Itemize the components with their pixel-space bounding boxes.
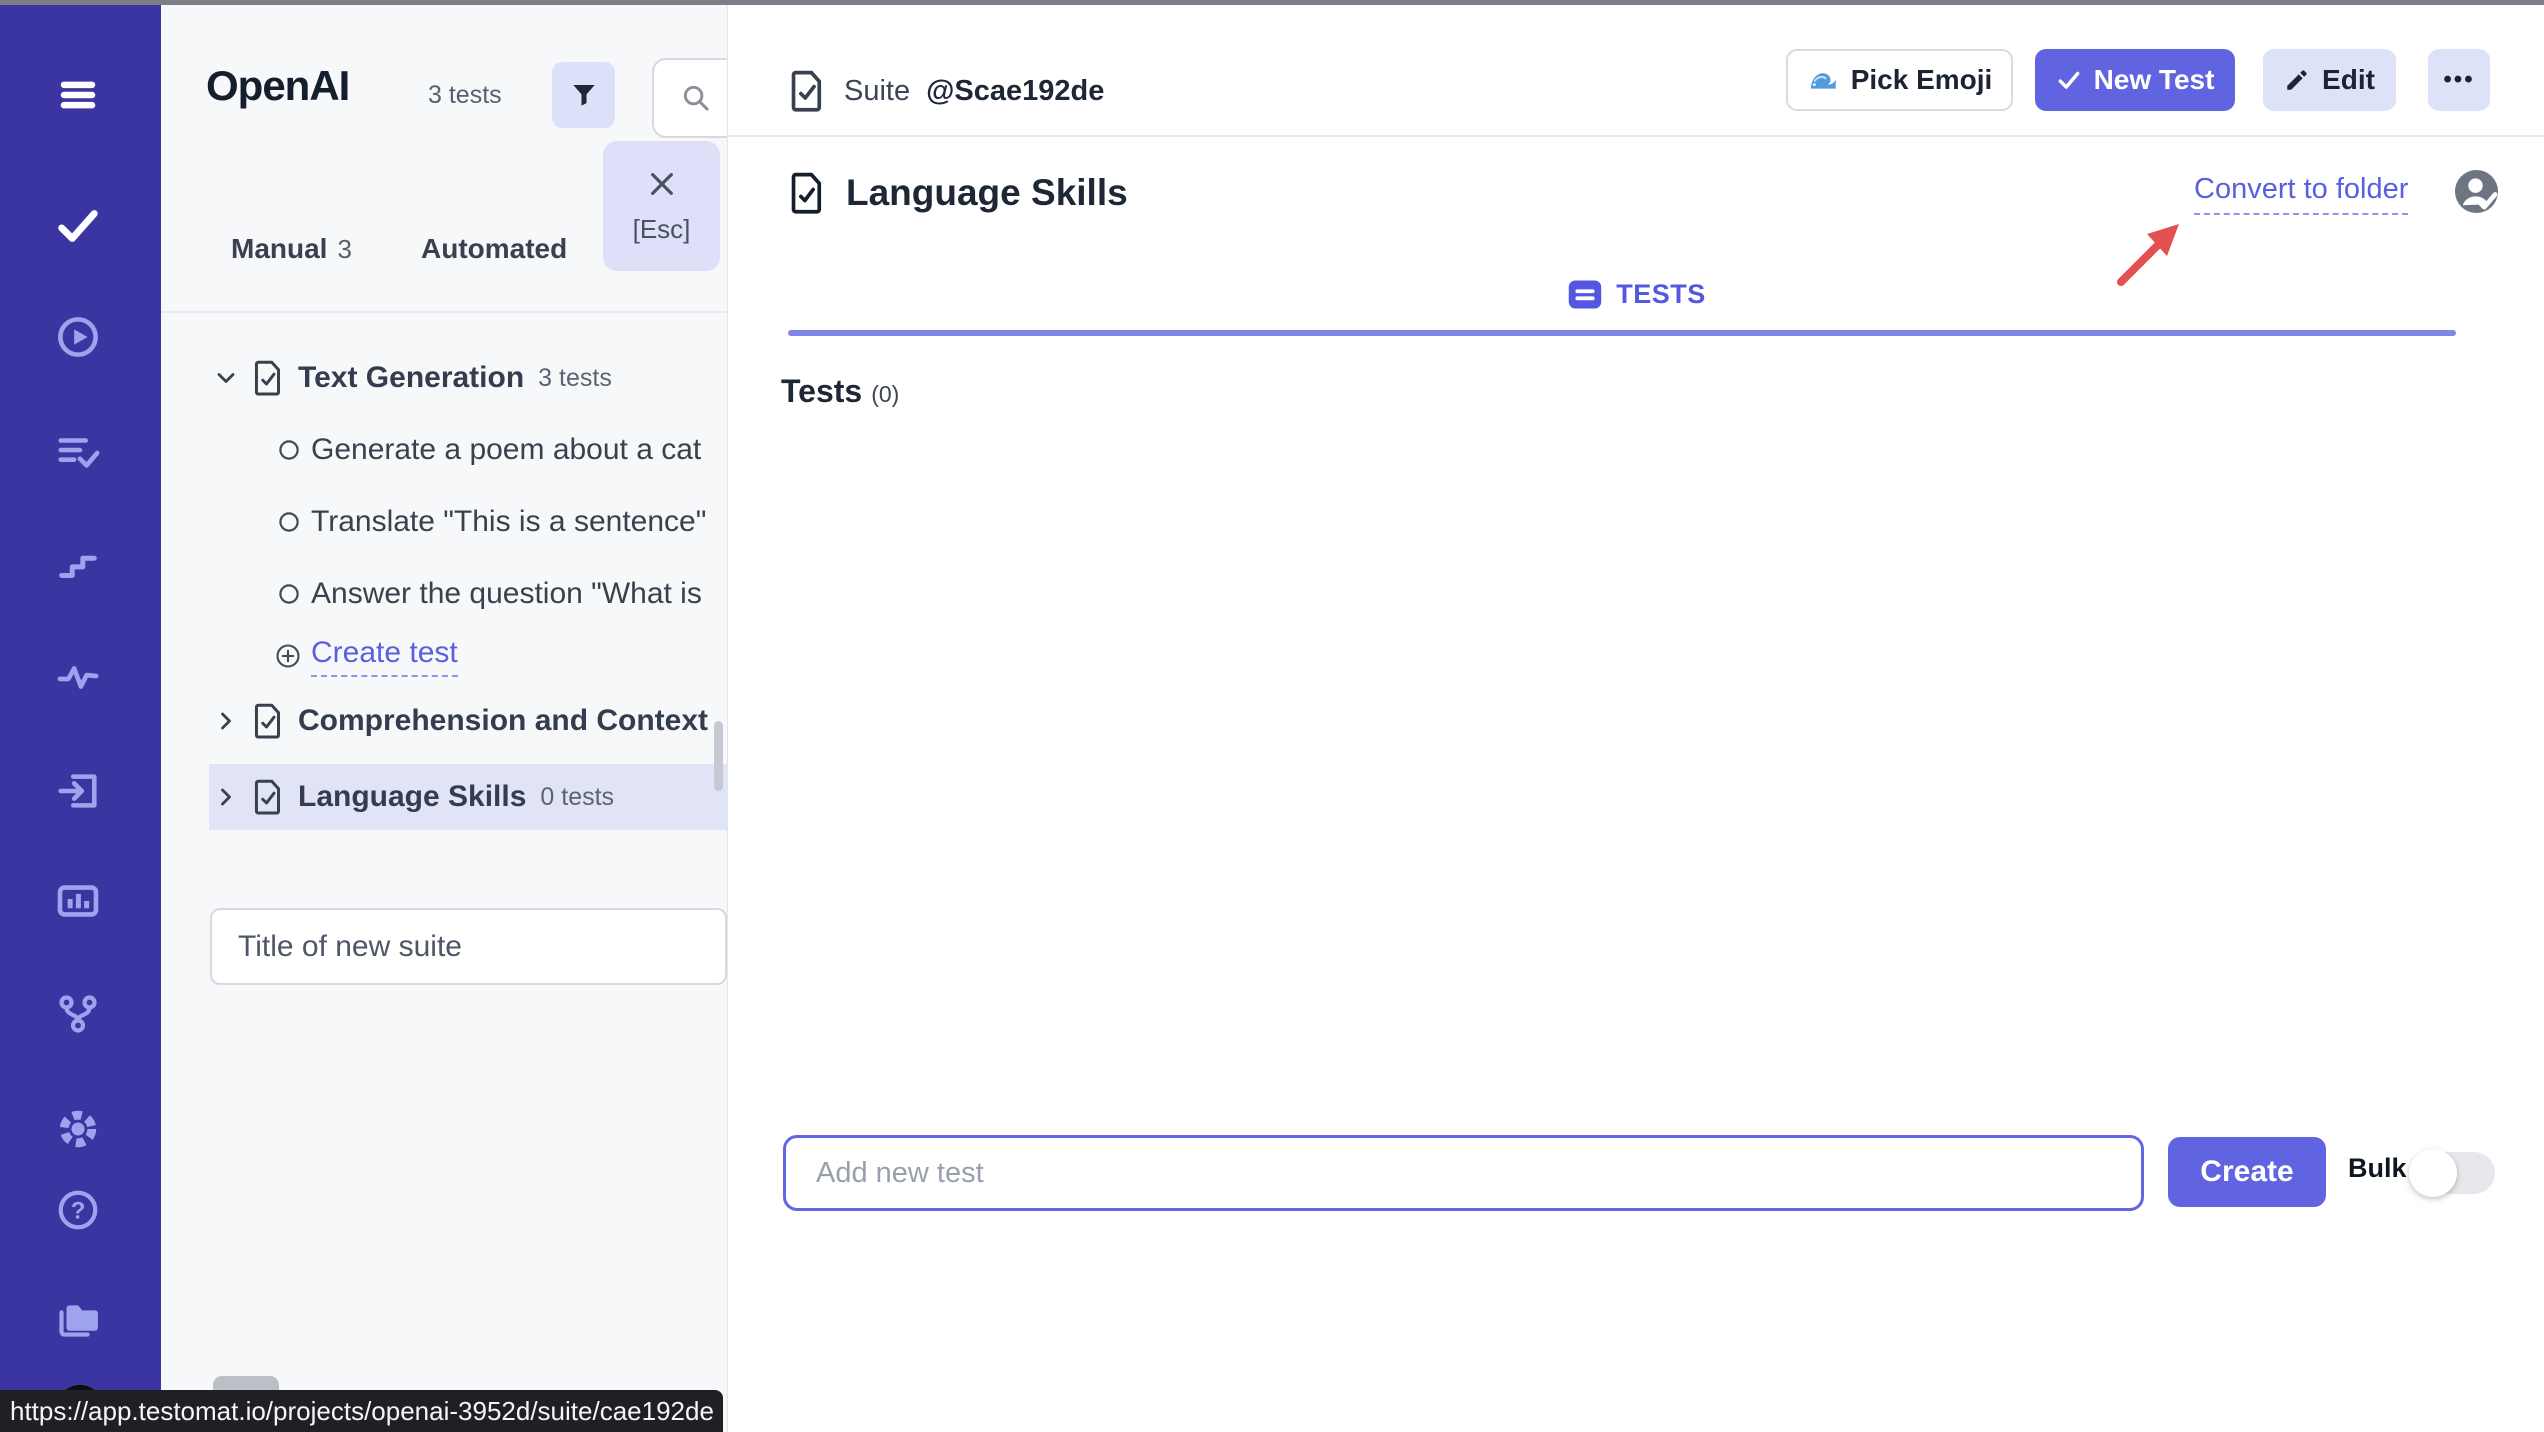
pulse-icon[interactable] bbox=[54, 653, 102, 701]
chevron-right-icon[interactable] bbox=[212, 783, 240, 811]
search-input[interactable] bbox=[652, 58, 727, 138]
edit-label: Edit bbox=[2322, 64, 2375, 96]
status-url: https://app.testomat.io/projects/openai-… bbox=[10, 1396, 714, 1427]
svg-text:?: ? bbox=[71, 1197, 86, 1224]
tab-manual[interactable]: Manual 3 bbox=[231, 233, 352, 265]
project-title: OpenAI bbox=[206, 62, 349, 110]
toggle-knob bbox=[2409, 1149, 2457, 1197]
menu-icon[interactable] bbox=[54, 71, 102, 119]
suite-doc-icon bbox=[786, 68, 828, 114]
suite-title-row: Language Skills bbox=[786, 168, 1128, 218]
plus-circle-icon bbox=[274, 642, 302, 670]
suite-id: @Scae192de bbox=[926, 75, 1104, 108]
tests-heading: Tests (0) bbox=[781, 373, 899, 410]
tests-heading-label: Tests bbox=[781, 373, 862, 410]
chevron-right-icon[interactable] bbox=[212, 707, 240, 735]
pick-emoji-label: Pick Emoji bbox=[1851, 64, 1993, 96]
check-icon[interactable] bbox=[54, 202, 102, 250]
create-label: Create bbox=[2200, 1155, 2293, 1189]
tree-create-test-row: Create test bbox=[161, 624, 727, 688]
tab-tests-label: TESTS bbox=[1616, 279, 1706, 310]
test-label: Generate a poem about a cat bbox=[311, 433, 701, 467]
tests-count: (0) bbox=[871, 381, 899, 408]
close-icon[interactable] bbox=[646, 168, 678, 200]
tab-automated-label: Automated bbox=[421, 233, 567, 264]
edit-button[interactable]: Edit bbox=[2263, 49, 2396, 111]
tab-manual-badge: 3 bbox=[337, 234, 351, 264]
test-label: Translate "This is a sentence" bbox=[311, 505, 706, 539]
branch-icon[interactable] bbox=[54, 990, 102, 1038]
suite-label: Text Generation bbox=[298, 361, 524, 395]
folder-icon[interactable] bbox=[54, 1296, 102, 1344]
help-icon[interactable]: ? bbox=[54, 1186, 102, 1234]
new-test-button[interactable]: New Test bbox=[2035, 49, 2235, 111]
pencil-icon bbox=[2284, 67, 2310, 93]
import-icon[interactable] bbox=[54, 767, 102, 815]
tree-suite-language-skills[interactable]: Language Skills 0 tests bbox=[161, 765, 727, 829]
steps-icon[interactable] bbox=[54, 539, 102, 587]
pick-emoji-button[interactable]: Pick Emoji bbox=[1786, 49, 2013, 111]
tree-test-row[interactable]: Answer the question "What is bbox=[161, 562, 727, 626]
status-url-bar: https://app.testomat.io/projects/openai-… bbox=[0, 1390, 723, 1432]
test-label: Answer the question "What is bbox=[311, 577, 702, 611]
tree-suite-comprehension[interactable]: Comprehension and Context bbox=[161, 689, 727, 753]
chevron-down-icon[interactable] bbox=[212, 364, 240, 392]
bulk-toggle[interactable] bbox=[2411, 1152, 2495, 1194]
tab-tests[interactable]: TESTS bbox=[728, 279, 2544, 310]
main-sidebar: ? bbox=[0, 5, 161, 1432]
more-options-button[interactable]: ••• bbox=[2428, 49, 2490, 111]
tabs-divider bbox=[161, 311, 727, 313]
project-tests-count: 3 tests bbox=[428, 81, 502, 110]
suite-doc-icon bbox=[250, 777, 286, 817]
gear-icon[interactable] bbox=[54, 1105, 102, 1153]
tree-test-row[interactable]: Translate "This is a sentence" bbox=[161, 490, 727, 554]
run-list-icon[interactable] bbox=[54, 428, 102, 476]
test-circle-icon bbox=[277, 582, 301, 606]
suite-count: 0 tests bbox=[540, 783, 614, 812]
header-divider bbox=[728, 135, 2544, 137]
suites-panel: OpenAI 3 tests [Esc] Manual 3 Automated T… bbox=[161, 5, 727, 1432]
tab-manual-label: Manual bbox=[231, 233, 327, 264]
tree-scrollbar-thumb[interactable] bbox=[714, 721, 723, 791]
filter-button[interactable] bbox=[552, 62, 615, 128]
new-suite-input[interactable] bbox=[210, 908, 727, 985]
suite-label: Comprehension and Context bbox=[298, 704, 708, 738]
magnifier-icon bbox=[680, 82, 712, 114]
create-button[interactable]: Create bbox=[2168, 1137, 2326, 1207]
tests-card-icon bbox=[1567, 279, 1603, 310]
suite-detail-panel: Suite @Scae192de Pick Emoji New Test Edi… bbox=[727, 5, 2544, 1432]
create-test-link[interactable]: Create test bbox=[311, 636, 458, 677]
bulk-label: Bulk bbox=[2348, 1153, 2407, 1184]
funnel-icon bbox=[569, 80, 599, 110]
esc-hint: [Esc] bbox=[633, 214, 691, 245]
avatar-check-icon bbox=[2453, 168, 2500, 215]
convert-to-folder-link[interactable]: Convert to folder bbox=[2194, 173, 2408, 215]
filter-close-tooltip: [Esc] bbox=[603, 141, 720, 271]
new-test-label: New Test bbox=[2094, 64, 2215, 96]
suite-doc-icon bbox=[250, 701, 286, 741]
suite-doc-icon bbox=[786, 169, 828, 217]
test-circle-icon bbox=[277, 438, 301, 462]
test-circle-icon bbox=[277, 510, 301, 534]
app-screen: ? OpenAI 3 tests [Esc] Manual 3 Automated bbox=[0, 0, 2544, 1432]
wave-emoji-icon bbox=[1807, 64, 1839, 96]
suite-doc-icon bbox=[250, 358, 286, 398]
tree-suite-text-generation[interactable]: Text Generation 3 tests bbox=[161, 346, 727, 410]
add-new-test-input[interactable] bbox=[783, 1135, 2144, 1211]
suite-label: Language Skills bbox=[298, 780, 526, 814]
ellipsis-icon: ••• bbox=[2443, 66, 2474, 94]
suite-count: 3 tests bbox=[538, 364, 612, 393]
tree-test-row[interactable]: Generate a poem about a cat bbox=[161, 418, 727, 482]
suite-breadcrumb: Suite @Scae192de bbox=[786, 67, 1104, 115]
suite-label: Suite bbox=[844, 75, 910, 108]
active-tab-underline bbox=[788, 330, 2456, 336]
analytics-icon[interactable] bbox=[54, 877, 102, 925]
page-title: Language Skills bbox=[846, 172, 1128, 214]
check-icon bbox=[2056, 67, 2082, 93]
tab-automated[interactable]: Automated bbox=[421, 233, 567, 265]
play-circle-icon[interactable] bbox=[54, 313, 102, 361]
